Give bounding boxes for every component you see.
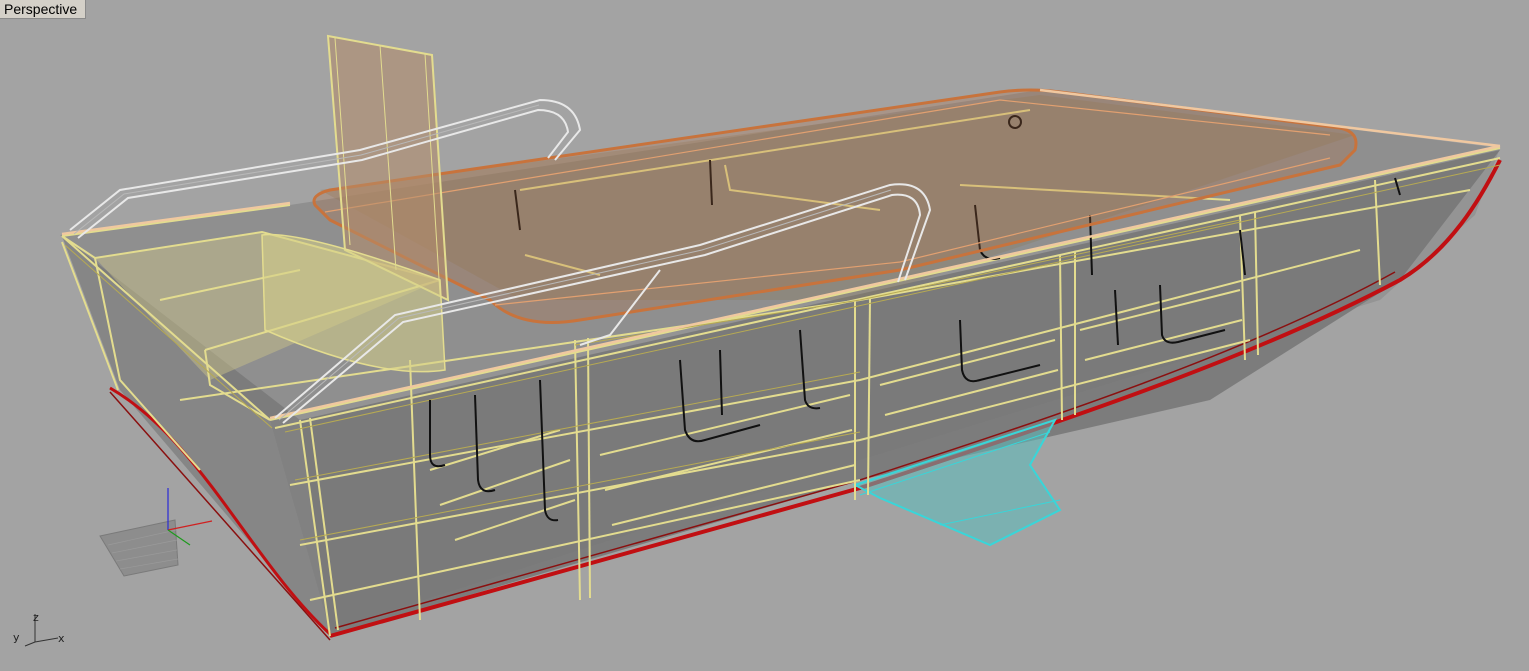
viewport-title-label[interactable]: Perspective (0, 0, 87, 19)
x-axis-label: x (58, 632, 65, 645)
perspective-viewport[interactable]: Perspective z x y (0, 0, 1529, 671)
z-axis-label: z (33, 611, 39, 624)
y-axis-label: y (13, 631, 20, 644)
construction-grid (99, 488, 213, 577)
axes-widget: z x y (13, 611, 65, 647)
3d-scene[interactable]: z x y (0, 0, 1529, 671)
